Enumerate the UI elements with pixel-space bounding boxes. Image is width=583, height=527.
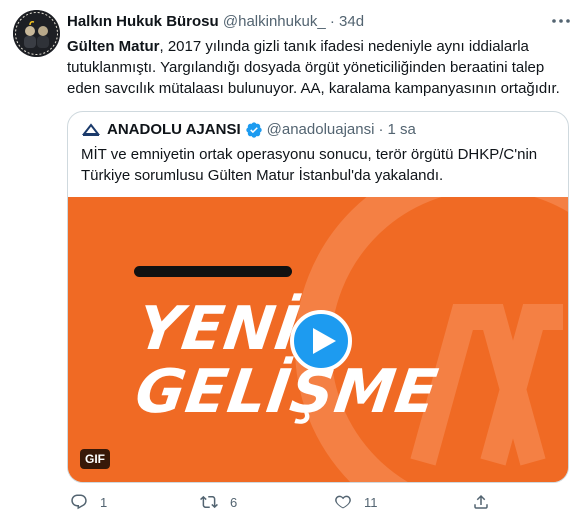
quoted-tweet-header: ANADOLU AJANSI @anadoluajansi · 1 sa [81, 120, 416, 140]
tweet-text: Gülten Matur, 2017 yılında gizli tanık i… [67, 36, 567, 99]
play-icon [312, 328, 336, 354]
media-headline-line1: YENİ [133, 294, 304, 364]
separator-dot: · [329, 13, 335, 30]
share-icon [474, 494, 488, 509]
author-name[interactable]: Halkın Hukuk Bürosu [67, 13, 219, 30]
author-handle[interactable]: @halkinhukuk_ [223, 13, 326, 30]
reply-icon [71, 494, 87, 510]
anadolu-logo-icon [81, 123, 101, 136]
tweet[interactable]: Halkın Hukuk Bürosu @halkinhukuk_ · 34d … [0, 0, 583, 527]
retweet-button[interactable]: 6 [200, 493, 237, 511]
like-button[interactable]: 11 [334, 493, 378, 511]
tweet-text-highlight: Gülten Matur [67, 38, 160, 55]
quoted-tweet-text: MİT ve emniyetin ortak operasyonu sonucu… [81, 146, 538, 184]
heart-icon [335, 495, 351, 509]
quoted-media-gif[interactable]: YENİ GELİŞME GIF [68, 197, 568, 482]
author-avatar[interactable] [13, 10, 60, 57]
tweet-actions: 1 6 11 [67, 493, 577, 517]
quoted-author-name: ANADOLU AJANSI [107, 121, 241, 138]
play-button[interactable] [290, 310, 352, 372]
like-count: 11 [364, 494, 378, 510]
more-options-icon[interactable] [550, 14, 572, 28]
redaction-bar [134, 266, 292, 277]
retweet-icon [200, 495, 218, 509]
quoted-separator-dot: · [378, 121, 384, 138]
tweet-header: Halkın Hukuk Bürosu @halkinhukuk_ · 34d [67, 12, 364, 31]
quoted-author-handle: @anadoluajansi [266, 121, 375, 138]
verified-badge-icon [245, 122, 262, 138]
gif-badge: GIF [80, 449, 110, 469]
reply-count: 1 [100, 494, 108, 510]
retweet-count: 6 [230, 494, 238, 510]
quoted-timestamp: 1 sa [387, 121, 416, 138]
quoted-tweet[interactable]: ANADOLU AJANSI @anadoluajansi · 1 sa MİT… [67, 111, 569, 483]
reply-button[interactable]: 1 [70, 493, 107, 511]
tweet-timestamp[interactable]: 34d [339, 13, 364, 30]
share-button[interactable] [472, 493, 490, 511]
media-headline-line2: GELİŞME [131, 357, 443, 427]
